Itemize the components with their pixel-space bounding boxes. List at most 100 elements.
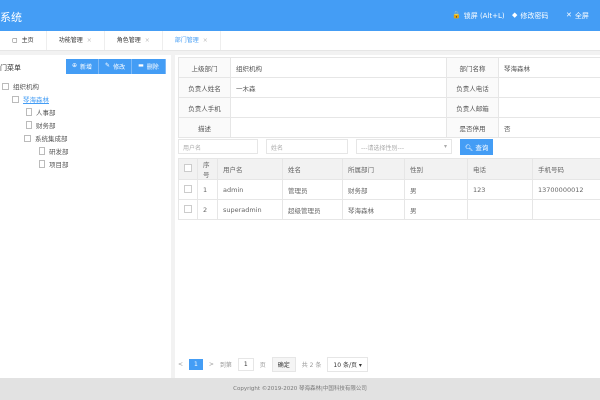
tab-function[interactable]: 功能管理 × (47, 31, 105, 50)
query-button[interactable]: 🔍︎ 查询 (460, 139, 494, 155)
column-header: 所属部门 (342, 158, 405, 180)
field-label: 是否停用 (446, 117, 499, 138)
cell: 123 (467, 179, 533, 200)
field-label: 负责人姓名 (178, 77, 231, 98)
chevron-down-icon: ▾ (443, 143, 447, 150)
page-button[interactable]: 1 (189, 359, 203, 370)
tab-home[interactable]: ▢ 主页 (0, 31, 47, 50)
page-input[interactable]: 1 (237, 358, 254, 371)
leader-mobile-value (230, 97, 447, 118)
lock-icon: 🔒 (452, 11, 461, 19)
file-icon (26, 121, 32, 129)
fullscreen-button[interactable]: ✕ 全屏 (566, 11, 589, 21)
user-table: 序号 用户名 姓名 所属部门 性别 电话 手机号码 1 admin 管理员 财务部男 1… (178, 158, 600, 220)
tab-role[interactable]: 角色管理 × (105, 31, 163, 50)
select-all-cell[interactable] (178, 158, 198, 180)
field-label: 部门名称 (446, 57, 499, 78)
desc-value (230, 117, 447, 138)
edit-button[interactable]: ✎ 修改 (99, 59, 133, 74)
field-label: 上级部门 (178, 57, 231, 78)
column-header: 序号 (197, 158, 218, 180)
leader-value: 一木森 (230, 77, 447, 98)
file-icon (39, 147, 45, 155)
table-row[interactable]: 1 admin 管理员 财务部男 123 13700000012 (178, 179, 600, 200)
name-input[interactable]: 姓名 (266, 139, 348, 154)
file-icon (26, 108, 32, 116)
cell (532, 199, 600, 220)
cell: 财务部 (342, 179, 405, 200)
home-icon: ▢ (12, 37, 18, 44)
collapse-icon[interactable] (12, 95, 19, 103)
collapse-icon[interactable] (24, 134, 31, 142)
disabled-value: 否 (498, 117, 600, 138)
tree-node[interactable]: 人事部 (26, 107, 56, 117)
field-label: 负责人电话 (446, 77, 499, 98)
confirm-button[interactable]: 确定 (271, 357, 296, 372)
tree-node[interactable]: 研发部 (39, 146, 69, 156)
tree-node[interactable]: 系统集成部 (24, 133, 68, 143)
leader-phone-value (498, 77, 600, 98)
tab-department[interactable]: 部门管理 × (163, 31, 221, 50)
cell: 1 (197, 179, 218, 200)
table-row[interactable]: 2 superadmin 超级管理员 琴海森林男 (178, 199, 600, 220)
search-icon: 🔍︎ (465, 144, 474, 152)
checkbox[interactable] (184, 204, 192, 213)
tree-node[interactable]: 琴海森林 (12, 94, 49, 104)
next-page-icon[interactable]: > (209, 361, 214, 368)
close-icon[interactable]: × (203, 31, 208, 50)
department-tree-panel: 门菜单 ⊕ 新增 ✎ 修改 ▬ 删除 组织机构 琴海森林 人事部 财务部 系统集成部 … (0, 55, 171, 378)
username-input[interactable]: 用户名 (178, 139, 258, 154)
field-label: 负责人邮箱 (446, 97, 499, 118)
main-content: 上级部门 组织机构 部门名称 琴海森林 负责人姓名 一木森 负责人电话 负责人手机 负责人邮… (175, 55, 600, 378)
cell (467, 199, 533, 220)
close-icon[interactable]: × (145, 31, 150, 50)
app-title: 系统 (0, 11, 22, 24)
file-icon (39, 160, 45, 168)
top-header: 系统 🔒 锁屏 (Alt+L) ◆ 修改密码 ✕ 全屏 (0, 0, 600, 31)
collapse-icon[interactable] (2, 82, 9, 90)
caret-down-icon: ▾ (358, 362, 362, 369)
column-header: 性别 (404, 158, 468, 180)
column-header: 姓名 (282, 158, 343, 180)
gender-select[interactable]: ---请选择性别--- ▾ (356, 139, 452, 154)
column-header: 电话 (467, 158, 533, 180)
tree-node[interactable]: 项目部 (39, 159, 69, 169)
per-page-select[interactable]: 10 条/页 ▾ (327, 357, 368, 372)
tree-node[interactable]: 组织机构 (2, 81, 39, 91)
trash-icon: ▬ (138, 62, 144, 69)
cell: 2 (197, 199, 218, 220)
table-header: 序号 用户名 姓名 所属部门 性别 电话 手机号码 (178, 158, 600, 180)
footer-copyright: Copyright ©2019-2020 琴海森林|中国科技有限公司 (0, 378, 600, 400)
column-header: 手机号码 (532, 158, 600, 180)
delete-button[interactable]: ▬ 删除 (132, 59, 166, 74)
column-header: 用户名 (217, 158, 283, 180)
total-count: 共 2 条 (301, 362, 322, 369)
field-label: 负责人手机 (178, 97, 231, 118)
add-button[interactable]: ⊕ 新增 (66, 59, 100, 74)
cell: 超级管理员 (282, 199, 343, 220)
expand-icon: ✕ (566, 11, 572, 19)
cell: 男 (404, 179, 468, 200)
plus-icon: ⊕ (72, 62, 78, 69)
cell: 琴海森林 (342, 199, 405, 220)
lock-screen-button[interactable]: 🔒 锁屏 (Alt+L) (452, 11, 505, 21)
tree-node[interactable]: 财务部 (26, 120, 56, 130)
tab-bar: ▢ 主页 功能管理 × 角色管理 × 部门管理 × (0, 31, 600, 51)
cell: 管理员 (282, 179, 343, 200)
cell: 13700000012 (532, 179, 600, 200)
page-unit-label: 页 (259, 362, 266, 369)
prev-page-icon[interactable]: < (178, 361, 183, 368)
checkbox[interactable] (184, 184, 192, 193)
pencil-icon: ✎ (105, 62, 111, 69)
parent-dept-value: 组织机构 (230, 57, 447, 78)
leader-email-value (498, 97, 600, 118)
close-icon[interactable]: × (87, 31, 92, 50)
department-detail-form: 上级部门 组织机构 部门名称 琴海森林 负责人姓名 一木森 负责人电话 负责人手机 负责人邮… (178, 57, 600, 138)
field-label: 描述 (178, 117, 231, 138)
dept-name-value: 琴海森林 (498, 57, 600, 78)
change-password-button[interactable]: ◆ 修改密码 (512, 11, 548, 21)
cell: superadmin (217, 199, 283, 220)
panel-title: 门菜单 (0, 64, 21, 72)
pagination: < 1 > 到第 1 页 确定 共 2 条 10 条/页 ▾ (178, 357, 368, 372)
checkbox[interactable] (184, 164, 192, 172)
